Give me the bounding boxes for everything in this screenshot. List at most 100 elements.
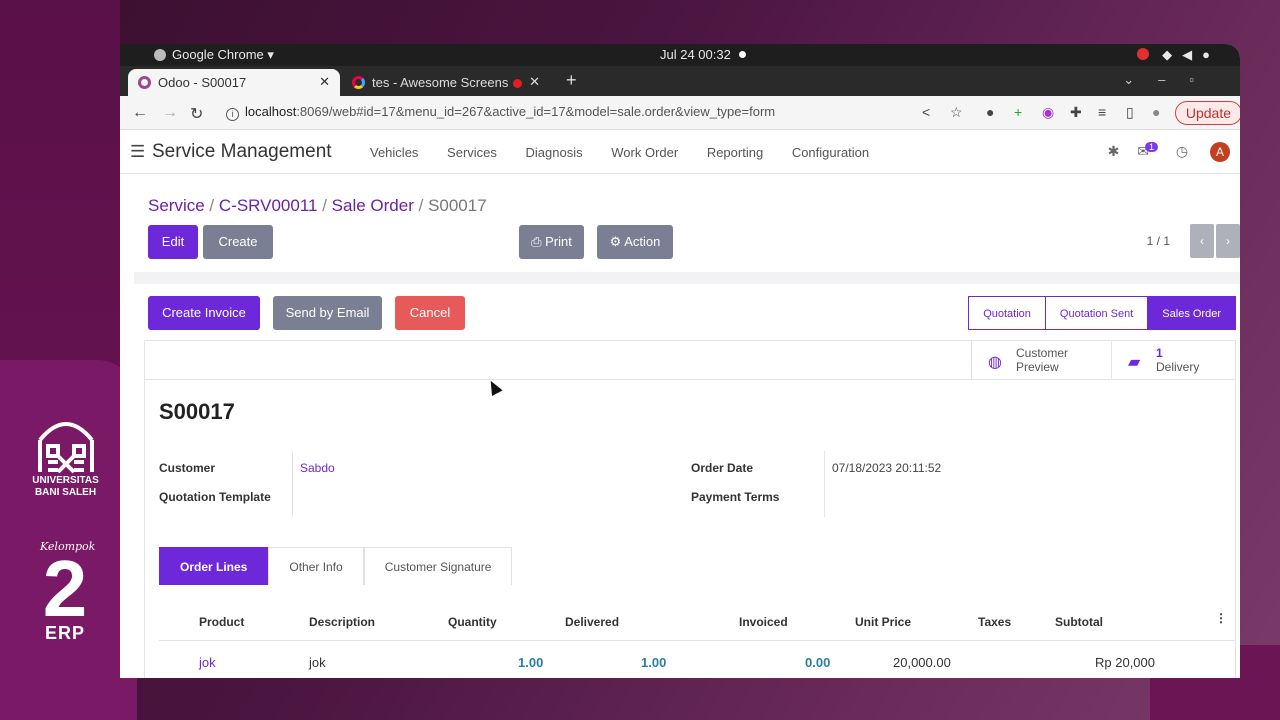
extension-plus-icon[interactable]: + <box>1014 104 1022 120</box>
row-invoiced: 0.00 <box>805 655 831 670</box>
row-description: jok <box>309 655 326 670</box>
menu-item-diagnosis[interactable]: Diagnosis <box>526 145 583 160</box>
profile-avatar-icon[interactable]: ● <box>1152 104 1160 120</box>
share-icon[interactable]: < <box>922 104 930 120</box>
extension-monkey-icon[interactable]: ● <box>986 104 994 120</box>
os-app-menu[interactable]: Google Chrome ▾ <box>154 47 274 63</box>
os-clock-text: Jul 24 00:32 <box>660 47 731 62</box>
row-product[interactable]: jok <box>199 655 216 670</box>
col-subtotal[interactable]: Subtotal <box>1055 615 1103 629</box>
browser-tab-odoo[interactable]: Odoo - S00017 ✕ <box>128 69 340 96</box>
order-date-value[interactable]: 07/18/2023 20:11:52 <box>832 461 941 475</box>
maximize-icon[interactable]: ▫ <box>1189 72 1218 87</box>
browser-tabstrip: Odoo - S00017 ✕ tes - Awesome Screens ✕ … <box>120 66 1240 96</box>
activity-clock-icon[interactable]: ◷ <box>1176 143 1188 159</box>
customer-preview-line1: Customer <box>1016 346 1069 360</box>
app-title[interactable]: Service Management <box>152 141 332 163</box>
chat-badge: 1 <box>1144 142 1158 152</box>
print-button[interactable]: ⎙ Print <box>519 225 584 259</box>
side-panel-icon[interactable]: ▯ <box>1126 104 1134 121</box>
extension-screenshot-icon[interactable]: ◉ <box>1042 104 1054 121</box>
minimize-icon[interactable]: – <box>1158 72 1189 87</box>
stage-sales-order[interactable]: Sales Order <box>1147 296 1236 330</box>
order-date-label: Order Date <box>691 461 754 475</box>
row-subtotal: Rp 20,000 <box>1095 655 1155 670</box>
back-icon[interactable]: ← <box>132 104 148 122</box>
row-unit-price: 20,000.00 <box>893 655 951 670</box>
menu-item-vehicles[interactable]: Vehicles <box>370 145 418 160</box>
menu-item-services[interactable]: Services <box>447 145 497 160</box>
app-menu-icon[interactable]: ☰ <box>130 142 145 162</box>
col-unit-price[interactable]: Unit Price <box>855 615 911 629</box>
pager-previous-button[interactable]: ‹ <box>1190 224 1214 258</box>
close-tab-icon[interactable]: ✕ <box>319 74 330 90</box>
breadcrumb-service-record[interactable]: C-SRV00011 <box>219 196 318 215</box>
create-invoice-button[interactable]: Create Invoice <box>148 296 260 330</box>
form-body: ◍ Customer Preview ▰ 1 Delivery S00017 Cus… <box>144 340 1236 678</box>
recording-indicator-icon <box>513 79 522 88</box>
stage-quotation-sent[interactable]: Quotation Sent <box>1044 296 1149 330</box>
url-path: :8069/web#id=17&menu_id=267&active_id=17… <box>296 104 776 119</box>
new-tab-button[interactable]: + <box>566 70 577 91</box>
menu-item-work-order[interactable]: Work Order <box>611 145 678 160</box>
group-suffix: ERP <box>44 623 85 643</box>
col-quantity[interactable]: Quantity <box>448 615 497 629</box>
debug-bug-icon[interactable]: ✱ <box>1108 143 1120 159</box>
breadcrumb-service[interactable]: Service <box>148 196 205 215</box>
optional-columns-icon[interactable]: ⋮ <box>1215 611 1227 625</box>
form-tabs: Order Lines Other Info Customer Signatur… <box>159 547 513 585</box>
customer-preview-line2: Preview <box>1016 360 1059 374</box>
close-tab-icon[interactable]: ✕ <box>529 74 540 90</box>
os-clock[interactable]: Jul 24 00:32 <box>660 47 746 62</box>
user-avatar[interactable]: A <box>1210 142 1230 162</box>
update-button[interactable]: Update <box>1174 101 1240 125</box>
odoo-navbar: ☰ Service Management Vehicles Services D… <box>120 130 1240 174</box>
tab-other-info[interactable]: Other Info <box>268 547 364 585</box>
cancel-button[interactable]: Cancel <box>395 296 465 330</box>
quotation-template-label: Quotation Template <box>159 490 271 504</box>
extensions-puzzle-icon[interactable]: ✚ <box>1070 104 1082 121</box>
os-tray[interactable]: ◆◀● <box>1136 47 1220 63</box>
main-menu: Vehicles Services Diagnosis Work Order R… <box>370 145 894 160</box>
screen-recording: Google Chrome ▾ Jul 24 00:32 ◆◀● Odoo - … <box>120 44 1240 678</box>
col-delivered[interactable]: Delivered <box>565 615 619 629</box>
customer-preview-button[interactable]: ◍ Customer Preview <box>971 341 1111 379</box>
edit-button[interactable]: Edit <box>148 225 198 259</box>
reload-icon[interactable]: ↻ <box>190 104 203 124</box>
action-button[interactable]: ⚙ Action <box>597 225 673 259</box>
tab-customer-signature[interactable]: Customer Signature <box>363 547 513 585</box>
recording-dot-icon <box>738 51 746 58</box>
col-taxes[interactable]: Taxes <box>978 615 1011 629</box>
site-info-icon[interactable]: i <box>226 108 239 121</box>
create-button[interactable]: Create <box>203 225 273 259</box>
breadcrumb-sale-order[interactable]: Sale Order <box>332 196 414 215</box>
col-invoiced[interactable]: Invoiced <box>739 615 788 629</box>
col-product[interactable]: Product <box>199 615 244 629</box>
bookmark-star-icon[interactable]: ☆ <box>950 104 963 121</box>
menu-item-reporting[interactable]: Reporting <box>707 145 763 160</box>
group-logo: Kelompok 2 ERP <box>30 540 100 643</box>
reading-list-icon[interactable]: ≡ <box>1098 104 1106 120</box>
tab-title: Odoo - S00017 <box>158 75 247 90</box>
customer-value[interactable]: Sabdo <box>300 461 335 475</box>
action-label: Action <box>624 234 661 249</box>
address-bar[interactable]: i localhost:8069/web#id=17&menu_id=267&ac… <box>226 104 775 121</box>
stop-recording-icon[interactable] <box>1136 48 1149 60</box>
chrome-icon <box>154 49 166 61</box>
table-row[interactable]: jok jok 1.00 1.00 0.00 20,000.00 Rp 20,0… <box>159 641 1235 678</box>
browser-tab-screenshot[interactable]: tes - Awesome Screens ✕ <box>342 69 550 96</box>
gear-icon: ⚙ <box>609 234 625 249</box>
pager-value[interactable]: 1 / 1 <box>1147 234 1170 248</box>
systray: ✱ ✉1 ◷ A <box>1108 142 1230 162</box>
pager-next-button[interactable]: › <box>1216 224 1240 258</box>
tab-search-icon[interactable]: ⌄ <box>1123 72 1158 87</box>
col-description[interactable]: Description <box>309 615 375 629</box>
tab-order-lines[interactable]: Order Lines <box>159 547 269 585</box>
menu-item-configuration[interactable]: Configuration <box>792 145 869 160</box>
send-by-email-button[interactable]: Send by Email <box>273 296 382 330</box>
customer-label: Customer <box>159 461 216 475</box>
forward-icon[interactable]: → <box>162 104 178 122</box>
delivery-button[interactable]: ▰ 1 Delivery <box>1111 341 1237 379</box>
university-logo: UNIVERSITAS BANI SALEH <box>28 410 103 498</box>
stage-quotation[interactable]: Quotation <box>968 296 1046 330</box>
